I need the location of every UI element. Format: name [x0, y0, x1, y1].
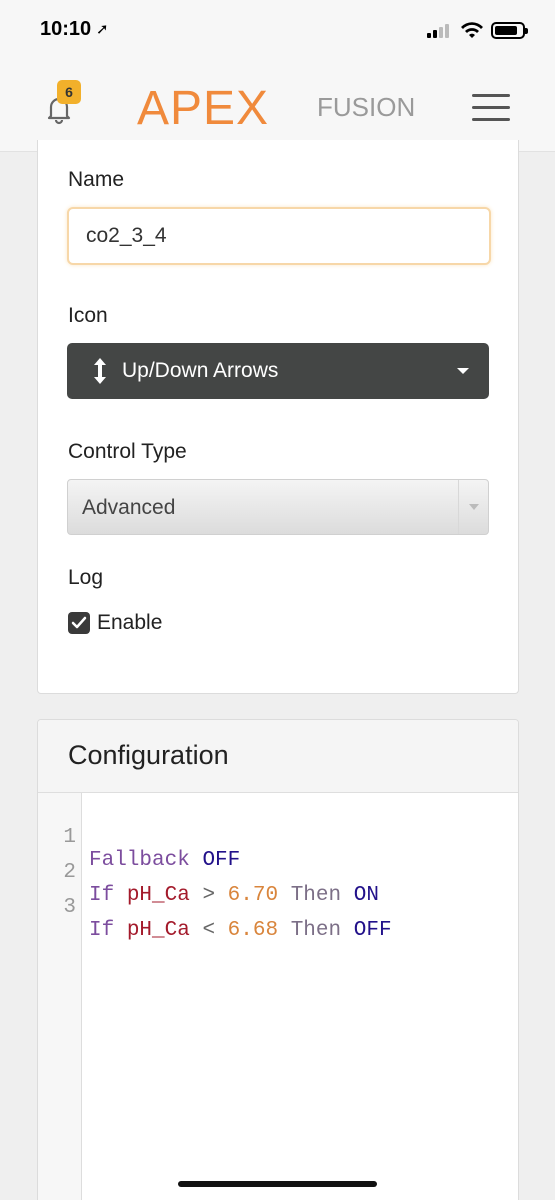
home-indicator[interactable] [178, 1181, 377, 1187]
code-line[interactable]: 1 Fallback OFF [38, 803, 240, 872]
notification-badge[interactable]: 6 [57, 80, 81, 104]
code-line[interactable]: 3 If pH_Ca < 6.68 Then OFF [38, 873, 391, 942]
icon-label: Icon [68, 304, 108, 327]
svg-text:APEX: APEX [137, 82, 269, 135]
output-settings-card: Name Icon Up/Down Arrows Control Type Ad… [37, 140, 519, 694]
apex-fusion-logo: APEX FUSION [137, 82, 415, 135]
log-label: Log [68, 566, 104, 589]
icon-select[interactable]: Up/Down Arrows [67, 343, 489, 399]
control-type-label: Control Type [68, 440, 187, 463]
code-line[interactable]: 2 If pH_Ca > 6.70 Then ON [38, 838, 379, 907]
name-input[interactable] [67, 207, 491, 265]
control-type-select[interactable]: Advanced [67, 479, 489, 535]
control-type-value: Advanced [82, 496, 176, 519]
hamburger-menu-icon[interactable] [472, 92, 510, 124]
configuration-header: Configuration [38, 720, 518, 793]
code-editor[interactable]: 1 Fallback OFF 2 If pH_Ca > 6.70 Then ON… [38, 793, 518, 1200]
log-enable-label: Enable [97, 611, 163, 634]
log-enable-checkbox[interactable] [68, 612, 90, 634]
chevron-down-icon [469, 504, 479, 510]
cellular-signal-icon [427, 24, 453, 38]
checkmark-icon [71, 616, 87, 629]
name-label: Name [68, 168, 125, 191]
location-arrow-icon: ➚ [96, 21, 109, 38]
svg-text:FUSION: FUSION [317, 92, 415, 122]
chevron-down-icon [457, 368, 469, 374]
status-time: 10:10 [40, 18, 92, 40]
icon-select-value: Up/Down Arrows [122, 359, 279, 382]
configuration-title: Configuration [68, 740, 229, 770]
wifi-icon [461, 22, 483, 38]
battery-icon [491, 22, 528, 39]
select-arrow [458, 480, 488, 534]
up-down-arrows-icon [94, 358, 106, 384]
configuration-card: Configuration 1 Fallback OFF 2 If pH_Ca … [37, 719, 519, 1200]
status-bar: 10:10 ➚ [0, 0, 555, 66]
